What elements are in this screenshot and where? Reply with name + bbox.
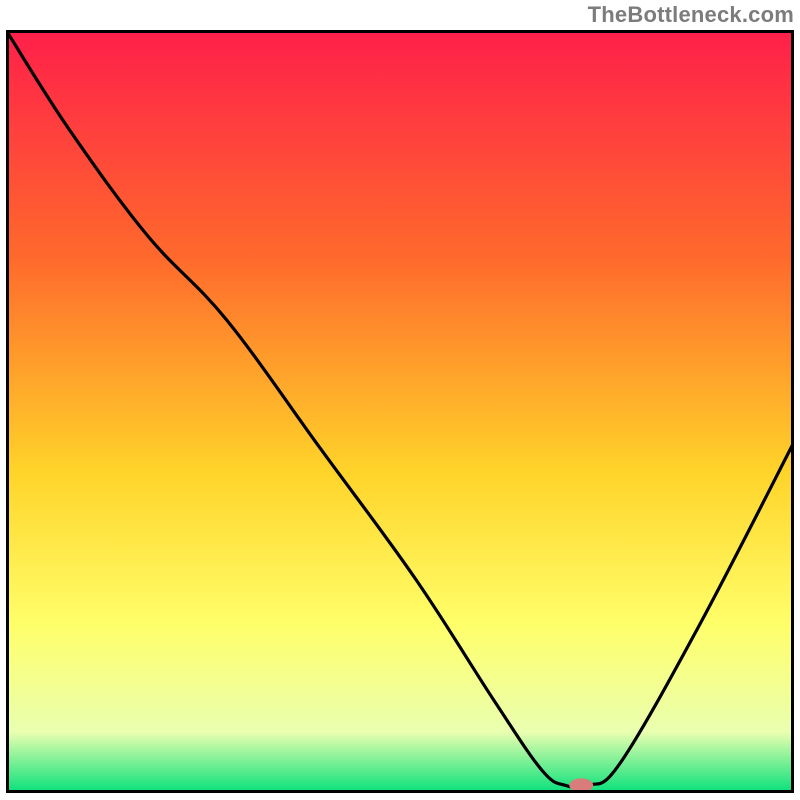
chart-frame	[6, 30, 794, 793]
chart-stage: TheBottleneck.com	[0, 0, 800, 800]
chart-svg	[6, 30, 794, 793]
gradient-background	[6, 30, 794, 793]
watermark-text: TheBottleneck.com	[588, 2, 794, 28]
